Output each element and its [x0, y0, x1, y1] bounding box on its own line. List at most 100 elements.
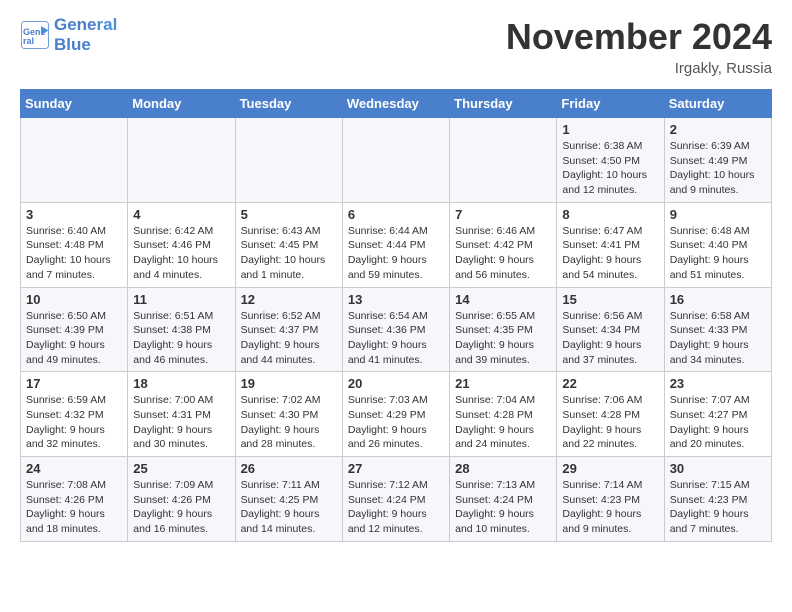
calendar-cell: 30 Sunrise: 7:15 AM Sunset: 4:23 PM Dayli… [664, 457, 771, 542]
day-info: Sunrise: 7:07 AM Sunset: 4:27 PM Dayligh… [670, 393, 766, 452]
day-info: Sunrise: 7:14 AM Sunset: 4:23 PM Dayligh… [562, 478, 658, 537]
calendar-cell: 11Sunrise: 6:51 AM Sunset: 4:38 PM Dayli… [128, 287, 235, 372]
weekday-header-wednesday: Wednesday [342, 90, 449, 118]
calendar-cell: 28Sunrise: 7:13 AM Sunset: 4:24 PM Dayli… [450, 457, 557, 542]
day-number: 13 [348, 292, 444, 307]
calendar-header: SundayMondayTuesdayWednesdayThursdayFrid… [21, 90, 772, 118]
calendar-cell: 24 Sunrise: 7:08 AM Sunset: 4:26 PM Dayli… [21, 457, 128, 542]
day-number: 23 [670, 376, 766, 391]
day-number: 9 [670, 207, 766, 222]
day-number: 4 [133, 207, 229, 222]
day-number: 10 [26, 292, 122, 307]
weekday-header-friday: Friday [557, 90, 664, 118]
page-header: Gene ral General Blue November 2024 Irga… [20, 16, 772, 77]
day-number: 1 [562, 122, 658, 137]
day-info: Sunrise: 6:58 AM Sunset: 4:33 PM Dayligh… [670, 309, 766, 368]
calendar-cell: 13 Sunrise: 6:54 AM Sunset: 4:36 PM Dayli… [342, 287, 449, 372]
day-number: 8 [562, 207, 658, 222]
day-info: Sunrise: 6:56 AM Sunset: 4:34 PM Dayligh… [562, 309, 658, 368]
calendar-cell: 23 Sunrise: 7:07 AM Sunset: 4:27 PM Dayli… [664, 372, 771, 457]
week-row-1: 1 Sunrise: 6:38 AM Sunset: 4:50 PM Daylig… [21, 118, 772, 203]
day-number: 3 [26, 207, 122, 222]
calendar-cell: 16 Sunrise: 6:58 AM Sunset: 4:33 PM Dayli… [664, 287, 771, 372]
day-number: 16 [670, 292, 766, 307]
day-info: Sunrise: 6:40 AM Sunset: 4:48 PM Dayligh… [26, 224, 122, 283]
day-number: 30 [670, 461, 766, 476]
day-number: 5 [241, 207, 337, 222]
calendar-cell [21, 118, 128, 203]
day-info: Sunrise: 6:44 AM Sunset: 4:44 PM Dayligh… [348, 224, 444, 283]
weekday-header-row: SundayMondayTuesdayWednesdayThursdayFrid… [21, 90, 772, 118]
calendar-cell: 4Sunrise: 6:42 AM Sunset: 4:46 PM Daylig… [128, 202, 235, 287]
weekday-header-saturday: Saturday [664, 90, 771, 118]
calendar-cell [342, 118, 449, 203]
day-number: 20 [348, 376, 444, 391]
day-number: 24 [26, 461, 122, 476]
day-number: 6 [348, 207, 444, 222]
day-number: 29 [562, 461, 658, 476]
day-info: Sunrise: 6:47 AM Sunset: 4:41 PM Dayligh… [562, 224, 658, 283]
week-row-3: 10Sunrise: 6:50 AM Sunset: 4:39 PM Dayli… [21, 287, 772, 372]
calendar-cell: 19 Sunrise: 7:02 AM Sunset: 4:30 PM Dayli… [235, 372, 342, 457]
calendar-cell: 1 Sunrise: 6:38 AM Sunset: 4:50 PM Daylig… [557, 118, 664, 203]
day-number: 12 [241, 292, 337, 307]
calendar-cell: 14Sunrise: 6:55 AM Sunset: 4:35 PM Dayli… [450, 287, 557, 372]
day-info: Sunrise: 6:59 AM Sunset: 4:32 PM Dayligh… [26, 393, 122, 452]
calendar-cell: 7Sunrise: 6:46 AM Sunset: 4:42 PM Daylig… [450, 202, 557, 287]
calendar-cell: 17 Sunrise: 6:59 AM Sunset: 4:32 PM Dayli… [21, 372, 128, 457]
logo: Gene ral General Blue [20, 16, 117, 55]
day-info: Sunrise: 7:15 AM Sunset: 4:23 PM Dayligh… [670, 478, 766, 537]
calendar-cell [128, 118, 235, 203]
calendar-cell: 9 Sunrise: 6:48 AM Sunset: 4:40 PM Daylig… [664, 202, 771, 287]
day-number: 28 [455, 461, 551, 476]
day-info: Sunrise: 7:08 AM Sunset: 4:26 PM Dayligh… [26, 478, 122, 537]
day-number: 11 [133, 292, 229, 307]
calendar-cell: 8 Sunrise: 6:47 AM Sunset: 4:41 PM Daylig… [557, 202, 664, 287]
day-number: 19 [241, 376, 337, 391]
day-info: Sunrise: 7:02 AM Sunset: 4:30 PM Dayligh… [241, 393, 337, 452]
calendar-cell [450, 118, 557, 203]
month-title: November 2024 [506, 16, 772, 58]
day-info: Sunrise: 7:11 AM Sunset: 4:25 PM Dayligh… [241, 478, 337, 537]
day-number: 17 [26, 376, 122, 391]
weekday-header-monday: Monday [128, 90, 235, 118]
day-number: 21 [455, 376, 551, 391]
day-info: Sunrise: 6:39 AM Sunset: 4:49 PM Dayligh… [670, 139, 766, 198]
logo-text: General Blue [54, 16, 117, 55]
day-number: 15 [562, 292, 658, 307]
day-number: 22 [562, 376, 658, 391]
calendar-cell: 6 Sunrise: 6:44 AM Sunset: 4:44 PM Daylig… [342, 202, 449, 287]
logo-icon: Gene ral [20, 20, 50, 50]
svg-text:ral: ral [23, 36, 34, 46]
location: Irgakly, Russia [506, 60, 772, 77]
calendar-cell: 21Sunrise: 7:04 AM Sunset: 4:28 PM Dayli… [450, 372, 557, 457]
day-number: 25 [133, 461, 229, 476]
week-row-2: 3 Sunrise: 6:40 AM Sunset: 4:48 PM Daylig… [21, 202, 772, 287]
day-info: Sunrise: 6:55 AM Sunset: 4:35 PM Dayligh… [455, 309, 551, 368]
title-section: November 2024 Irgakly, Russia [506, 16, 772, 77]
day-info: Sunrise: 6:46 AM Sunset: 4:42 PM Dayligh… [455, 224, 551, 283]
day-info: Sunrise: 6:54 AM Sunset: 4:36 PM Dayligh… [348, 309, 444, 368]
calendar-table: SundayMondayTuesdayWednesdayThursdayFrid… [20, 89, 772, 542]
calendar-cell: 26Sunrise: 7:11 AM Sunset: 4:25 PM Dayli… [235, 457, 342, 542]
calendar-cell: 5 Sunrise: 6:43 AM Sunset: 4:45 PM Daylig… [235, 202, 342, 287]
day-info: Sunrise: 6:38 AM Sunset: 4:50 PM Dayligh… [562, 139, 658, 198]
calendar-cell: 25Sunrise: 7:09 AM Sunset: 4:26 PM Dayli… [128, 457, 235, 542]
day-info: Sunrise: 6:43 AM Sunset: 4:45 PM Dayligh… [241, 224, 337, 283]
calendar-cell: 3 Sunrise: 6:40 AM Sunset: 4:48 PM Daylig… [21, 202, 128, 287]
week-row-4: 17 Sunrise: 6:59 AM Sunset: 4:32 PM Dayli… [21, 372, 772, 457]
calendar-cell: 22 Sunrise: 7:06 AM Sunset: 4:28 PM Dayli… [557, 372, 664, 457]
calendar-cell: 18Sunrise: 7:00 AM Sunset: 4:31 PM Dayli… [128, 372, 235, 457]
day-info: Sunrise: 7:06 AM Sunset: 4:28 PM Dayligh… [562, 393, 658, 452]
week-row-5: 24 Sunrise: 7:08 AM Sunset: 4:26 PM Dayli… [21, 457, 772, 542]
calendar-cell: 29 Sunrise: 7:14 AM Sunset: 4:23 PM Dayli… [557, 457, 664, 542]
day-number: 27 [348, 461, 444, 476]
weekday-header-thursday: Thursday [450, 90, 557, 118]
day-info: Sunrise: 7:00 AM Sunset: 4:31 PM Dayligh… [133, 393, 229, 452]
calendar-cell: 15 Sunrise: 6:56 AM Sunset: 4:34 PM Dayli… [557, 287, 664, 372]
page-container: Gene ral General Blue November 2024 Irga… [0, 0, 792, 558]
weekday-header-tuesday: Tuesday [235, 90, 342, 118]
calendar-cell: 10Sunrise: 6:50 AM Sunset: 4:39 PM Dayli… [21, 287, 128, 372]
day-info: Sunrise: 6:48 AM Sunset: 4:40 PM Dayligh… [670, 224, 766, 283]
calendar-cell: 12Sunrise: 6:52 AM Sunset: 4:37 PM Dayli… [235, 287, 342, 372]
